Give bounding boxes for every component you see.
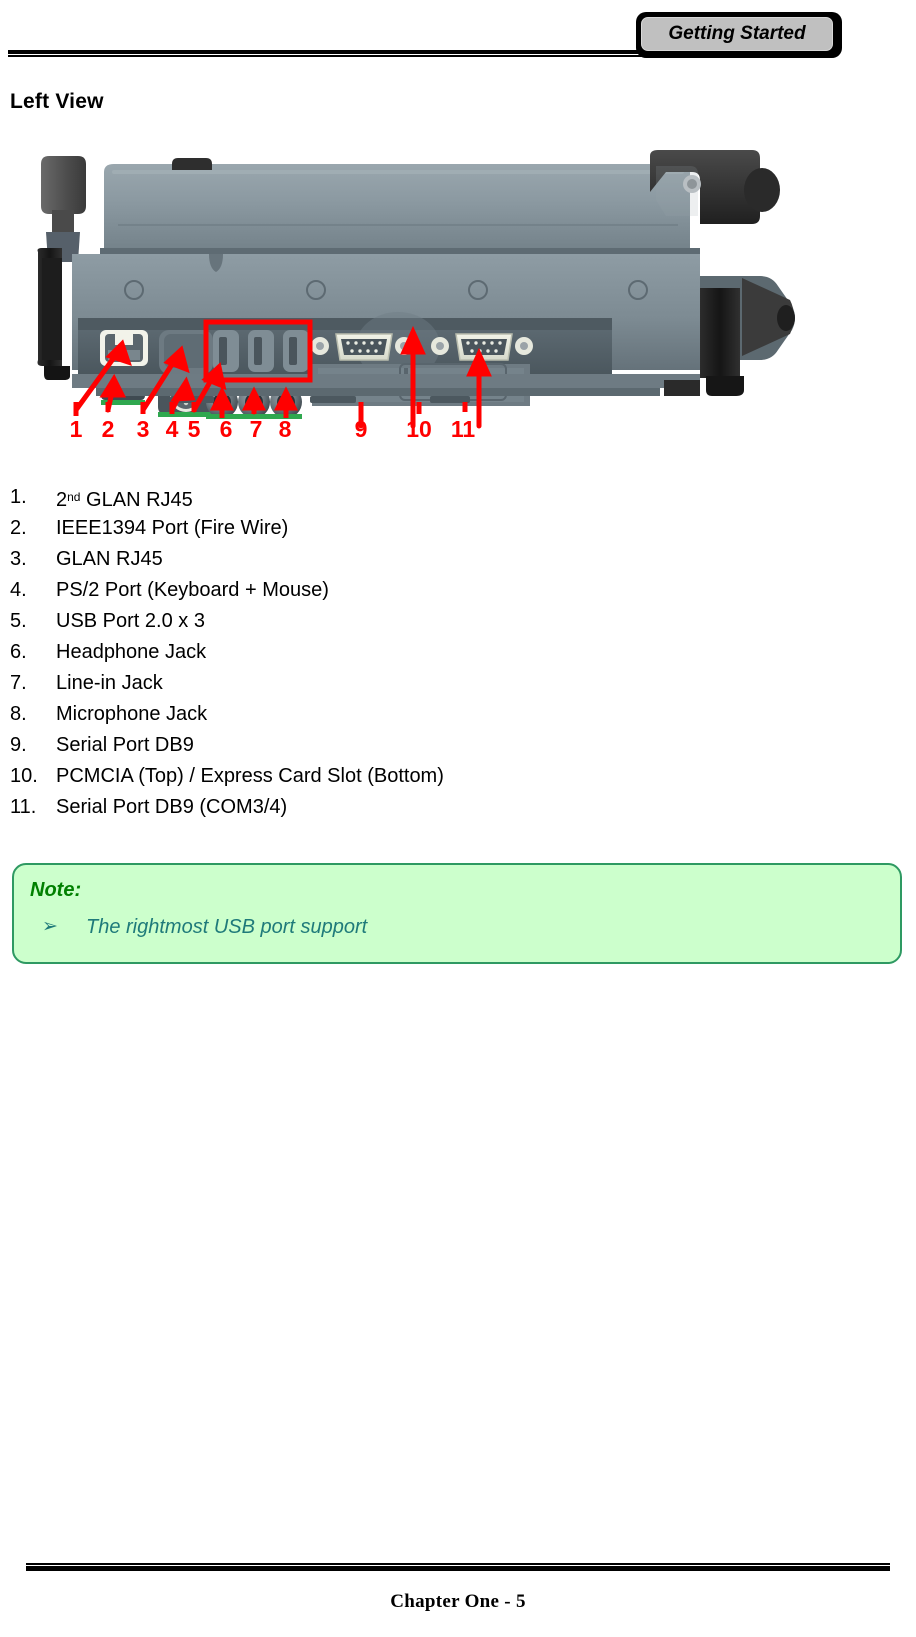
list-item: 9. Serial Port DB9: [10, 730, 710, 761]
callout-number-4: 4: [165, 416, 179, 442]
ordinal-prefix: 2: [56, 489, 68, 511]
callout-number-9: 9: [354, 416, 368, 442]
list-item-label: GLAN RJ45: [56, 548, 163, 570]
list-item-label: PCMCIA (Top) / Express Card Slot (Bottom…: [56, 765, 444, 787]
callout-number-row: 1 2 3 4 5 6 7 8 9 10 11: [0, 402, 916, 444]
footer-rule-thin: [26, 1563, 890, 1565]
callout-number-8: 8: [278, 416, 292, 442]
list-item: 7. Line-in Jack: [10, 668, 710, 699]
list-item: 11. Serial Port DB9 (COM3/4): [10, 792, 710, 823]
list-item-index: 11.: [10, 796, 37, 818]
display-lid: [104, 158, 690, 248]
page-header: Getting Started: [0, 0, 916, 75]
list-item-label: USB Port 2.0 x 3: [56, 610, 205, 632]
lid-base-seam: [100, 248, 700, 254]
list-item-index: 6.: [10, 641, 27, 663]
list-item-label: Serial Port DB9 (COM3/4): [56, 796, 288, 818]
list-item-index: 8.: [10, 703, 27, 725]
callout-number-7: 7: [249, 416, 263, 442]
footer-divider-rule: [26, 1563, 890, 1571]
list-item-label: Microphone Jack: [56, 703, 208, 725]
ordinal-suffix: nd: [67, 490, 81, 504]
list-item-index: 7.: [10, 672, 27, 694]
callout-number-10: 10: [406, 416, 432, 442]
list-item-index: 3.: [10, 548, 27, 570]
footer-rule-thick: [26, 1566, 890, 1571]
list-item: 6. Headphone Jack: [10, 637, 710, 668]
list-item: 5. USB Port 2.0 x 3: [10, 606, 710, 637]
section-tab-label: Getting Started: [668, 23, 806, 44]
section-tab: Getting Started: [636, 12, 842, 58]
callout-number-1: 1: [69, 416, 83, 442]
page-number-label: Chapter One - 5: [390, 1591, 526, 1612]
list-item-label: 2nd GLAN RJ45: [56, 482, 193, 516]
note-callout-box: Note: ➢ The rightmost USB port support: [12, 863, 902, 964]
list-item-label: Serial Port DB9: [56, 734, 194, 756]
list-item: 1. 2nd GLAN RJ45: [10, 482, 710, 513]
section-tab-inner: Getting Started: [641, 17, 833, 51]
list-item-label: PS/2 Port (Keyboard + Mouse): [56, 579, 329, 601]
list-item: 8. Microphone Jack: [10, 699, 710, 730]
callout-number-11: 11: [450, 416, 476, 442]
list-item: 4. PS/2 Port (Keyboard + Mouse): [10, 575, 710, 606]
page-footer: Chapter One - 5: [0, 1547, 916, 1637]
port-legend-list: 1. 2nd GLAN RJ45 2. IEEE1394 Port (Fire …: [10, 482, 710, 823]
list-item: 2. IEEE1394 Port (Fire Wire): [10, 513, 710, 544]
list-item-text: GLAN RJ45: [86, 489, 193, 511]
callout-number-3: 3: [136, 416, 150, 442]
list-item-index: 4.: [10, 579, 27, 601]
callout-number-5: 5: [187, 416, 201, 442]
list-item-label: Line-in Jack: [56, 672, 163, 694]
list-item-index: 2.: [10, 517, 27, 539]
list-item-label: IEEE1394 Port (Fire Wire): [56, 517, 289, 539]
list-item-index: 5.: [10, 610, 27, 632]
callout-number-2: 2: [101, 416, 115, 442]
list-item-index: 1.: [10, 486, 27, 508]
arrow-bullet-icon: ➢: [42, 916, 58, 937]
note-text: The rightmost USB port support: [86, 916, 368, 938]
note-title: Note:: [30, 879, 82, 901]
left-bumper: [37, 248, 70, 380]
list-item: 10. PCMCIA (Top) / Express Card Slot (Bo…: [10, 761, 710, 792]
callout-number-6: 6: [219, 416, 233, 442]
list-item: 3. GLAN RJ45: [10, 544, 710, 575]
list-item-index: 9.: [10, 734, 27, 756]
page-title: Left View: [10, 90, 104, 113]
list-item-label: Headphone Jack: [56, 641, 207, 663]
antenna-stub: [41, 156, 86, 262]
note-bullet-row: ➢ The rightmost USB port support: [30, 912, 880, 942]
list-item-index: 10.: [10, 765, 38, 787]
